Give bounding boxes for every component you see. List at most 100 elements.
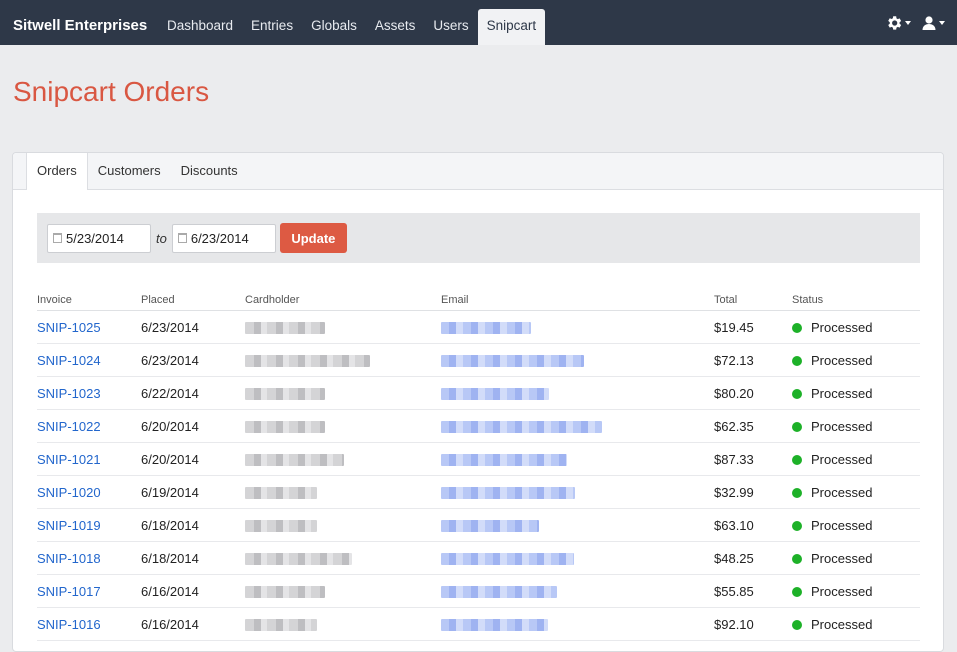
nav-item-dashboard[interactable]: Dashboard: [158, 0, 242, 45]
redacted-cardholder: [245, 619, 317, 632]
status-dot-icon: [792, 619, 802, 630]
placed-date: 6/23/2014: [141, 343, 245, 377]
invoice-link[interactable]: SNIP-1020: [37, 485, 101, 500]
redacted-cardholder: [245, 586, 325, 599]
table-row: SNIP-1020 6/19/2014 $32.99 Processed: [37, 475, 920, 509]
gear-icon: [888, 15, 902, 30]
status-dot-icon: [792, 355, 802, 366]
status-text: Processed: [811, 550, 873, 566]
nav-item-globals[interactable]: Globals: [302, 0, 366, 45]
table-row: SNIP-1021 6/20/2014 $87.33 Processed: [37, 442, 920, 476]
to-date-input[interactable]: [186, 230, 267, 246]
column-header-email[interactable]: Email: [441, 290, 714, 311]
to-date-field[interactable]: [171, 223, 276, 253]
calendar-icon: [53, 233, 62, 243]
column-header-cardholder[interactable]: Cardholder: [245, 290, 441, 311]
invoice-link[interactable]: SNIP-1021: [37, 452, 101, 467]
placed-date: 6/23/2014: [141, 310, 245, 344]
table-header-row: Invoice Placed Cardholder Email Total St…: [37, 290, 920, 311]
nav-item-entries[interactable]: Entries: [242, 0, 302, 45]
redacted-email: [441, 487, 575, 500]
update-button[interactable]: Update: [279, 223, 347, 253]
status-text: Processed: [811, 352, 873, 368]
status-text: Processed: [811, 583, 873, 599]
placed-date: 6/18/2014: [141, 508, 245, 542]
redacted-cardholder: [245, 454, 344, 467]
placed-date: 6/16/2014: [141, 574, 245, 608]
tab-customers[interactable]: Customers: [88, 153, 171, 189]
nav-item-users[interactable]: Users: [424, 0, 477, 45]
order-total: $92.10: [714, 607, 792, 641]
status-text: Processed: [811, 385, 873, 401]
table-row: SNIP-1017 6/16/2014 $55.85 Processed: [37, 574, 920, 608]
placed-date: 6/16/2014: [141, 607, 245, 641]
table-row: SNIP-1024 6/23/2014 $72.13 Processed: [37, 343, 920, 377]
table-row: SNIP-1023 6/22/2014 $80.20 Processed: [37, 376, 920, 410]
nav-item-assets[interactable]: Assets: [366, 0, 425, 45]
order-total: $48.25: [714, 541, 792, 575]
status-dot-icon: [792, 520, 802, 531]
status-dot-icon: [792, 586, 802, 597]
date-filter-bar: to Update: [37, 213, 920, 263]
redacted-email: [441, 520, 539, 533]
site-brand[interactable]: Sitwell Enterprises: [13, 0, 147, 45]
order-total: $19.45: [714, 310, 792, 344]
order-total: $80.20: [714, 376, 792, 410]
panel-tabs: Orders Customers Discounts: [13, 153, 943, 190]
status-text: Processed: [811, 616, 873, 632]
status-dot-icon: [792, 322, 802, 333]
redacted-cardholder: [245, 421, 325, 434]
column-header-total[interactable]: Total: [714, 290, 792, 311]
status-text: Processed: [811, 418, 873, 434]
from-date-field[interactable]: [47, 223, 151, 253]
date-range-separator: to: [156, 230, 167, 246]
invoice-link[interactable]: SNIP-1022: [37, 419, 101, 434]
placed-date: 6/22/2014: [141, 376, 245, 410]
order-total: $62.35: [714, 409, 792, 443]
status-dot-icon: [792, 388, 802, 399]
status-text: Processed: [811, 451, 873, 467]
redacted-email: [441, 322, 531, 335]
nav-item-snipcart[interactable]: Snipcart: [477, 9, 546, 45]
top-navbar: Sitwell Enterprises Dashboard Entries Gl…: [0, 0, 957, 45]
page-title: Snipcart Orders: [13, 76, 210, 107]
column-header-placed[interactable]: Placed: [141, 290, 245, 311]
settings-menu-button[interactable]: [885, 14, 911, 32]
orders-panel: Orders Customers Discounts to Update Inv…: [12, 152, 944, 652]
invoice-link[interactable]: SNIP-1023: [37, 386, 101, 401]
column-header-invoice[interactable]: Invoice: [37, 290, 141, 311]
redacted-cardholder: [245, 520, 317, 533]
from-date-input[interactable]: [62, 230, 142, 246]
table-row: SNIP-1022 6/20/2014 $62.35 Processed: [37, 409, 920, 443]
invoice-link[interactable]: SNIP-1025: [37, 320, 101, 335]
table-row: SNIP-1019 6/18/2014 $63.10 Processed: [37, 508, 920, 542]
redacted-email: [441, 553, 574, 566]
redacted-email: [441, 619, 548, 632]
invoice-link[interactable]: SNIP-1016: [37, 617, 101, 632]
status-dot-icon: [792, 454, 802, 465]
nav-right-controls: [885, 0, 945, 45]
redacted-cardholder: [245, 388, 325, 401]
orders-table: Invoice Placed Cardholder Email Total St…: [37, 290, 920, 641]
redacted-email: [441, 454, 567, 467]
status-text: Processed: [811, 319, 873, 335]
redacted-cardholder: [245, 487, 317, 500]
status-text: Processed: [811, 484, 873, 500]
tab-orders[interactable]: Orders: [26, 153, 88, 190]
invoice-link[interactable]: SNIP-1018: [37, 551, 101, 566]
tab-discounts[interactable]: Discounts: [171, 153, 248, 189]
main-nav: Dashboard Entries Globals Assets Users S…: [158, 0, 546, 45]
redacted-email: [441, 586, 557, 599]
order-total: $63.10: [714, 508, 792, 542]
status-dot-icon: [792, 421, 802, 432]
user-menu-button[interactable]: [921, 15, 945, 31]
order-total: $32.99: [714, 475, 792, 509]
invoice-link[interactable]: SNIP-1019: [37, 518, 101, 533]
invoice-link[interactable]: SNIP-1017: [37, 584, 101, 599]
placed-date: 6/19/2014: [141, 475, 245, 509]
redacted-cardholder: [245, 355, 370, 368]
placed-date: 6/18/2014: [141, 541, 245, 575]
chevron-down-icon: [939, 20, 945, 25]
column-header-status[interactable]: Status: [792, 290, 920, 311]
invoice-link[interactable]: SNIP-1024: [37, 353, 101, 368]
